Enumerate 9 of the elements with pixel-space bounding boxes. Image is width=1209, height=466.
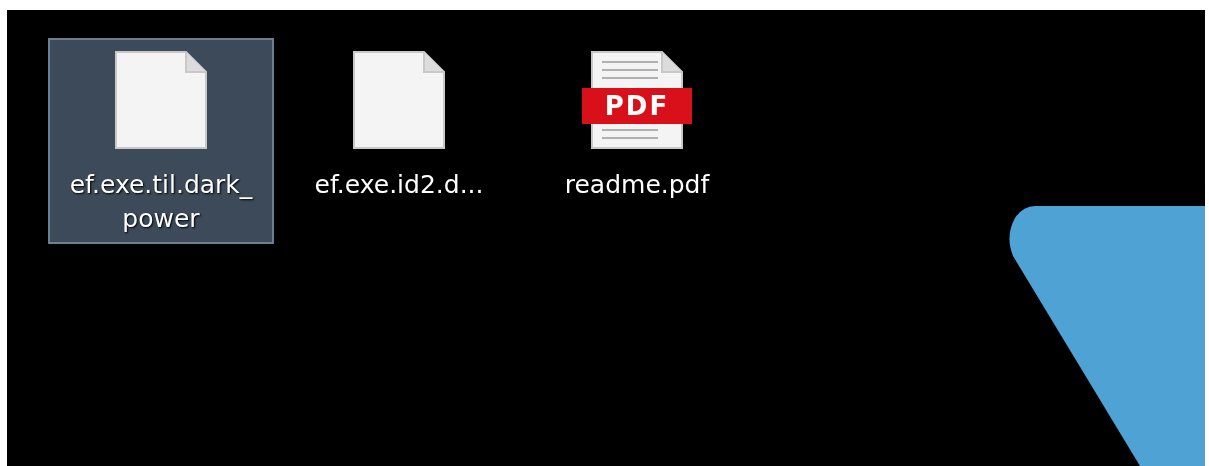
document-icon [112, 50, 210, 150]
desktop-icon[interactable]: ef.exe.id2.d... [286, 38, 512, 210]
desktop-icon[interactable]: PDF readme.pdf [524, 38, 750, 210]
file-name: ef.exe.til.dark_power [68, 169, 254, 235]
file-name: readme.pdf [564, 169, 710, 201]
desktop-icon[interactable]: ef.exe.til.dark_power [48, 38, 274, 244]
document-icon [350, 50, 448, 150]
file-name: ef.exe.id2.d... [314, 169, 484, 201]
pdf-badge: PDF [582, 88, 692, 124]
